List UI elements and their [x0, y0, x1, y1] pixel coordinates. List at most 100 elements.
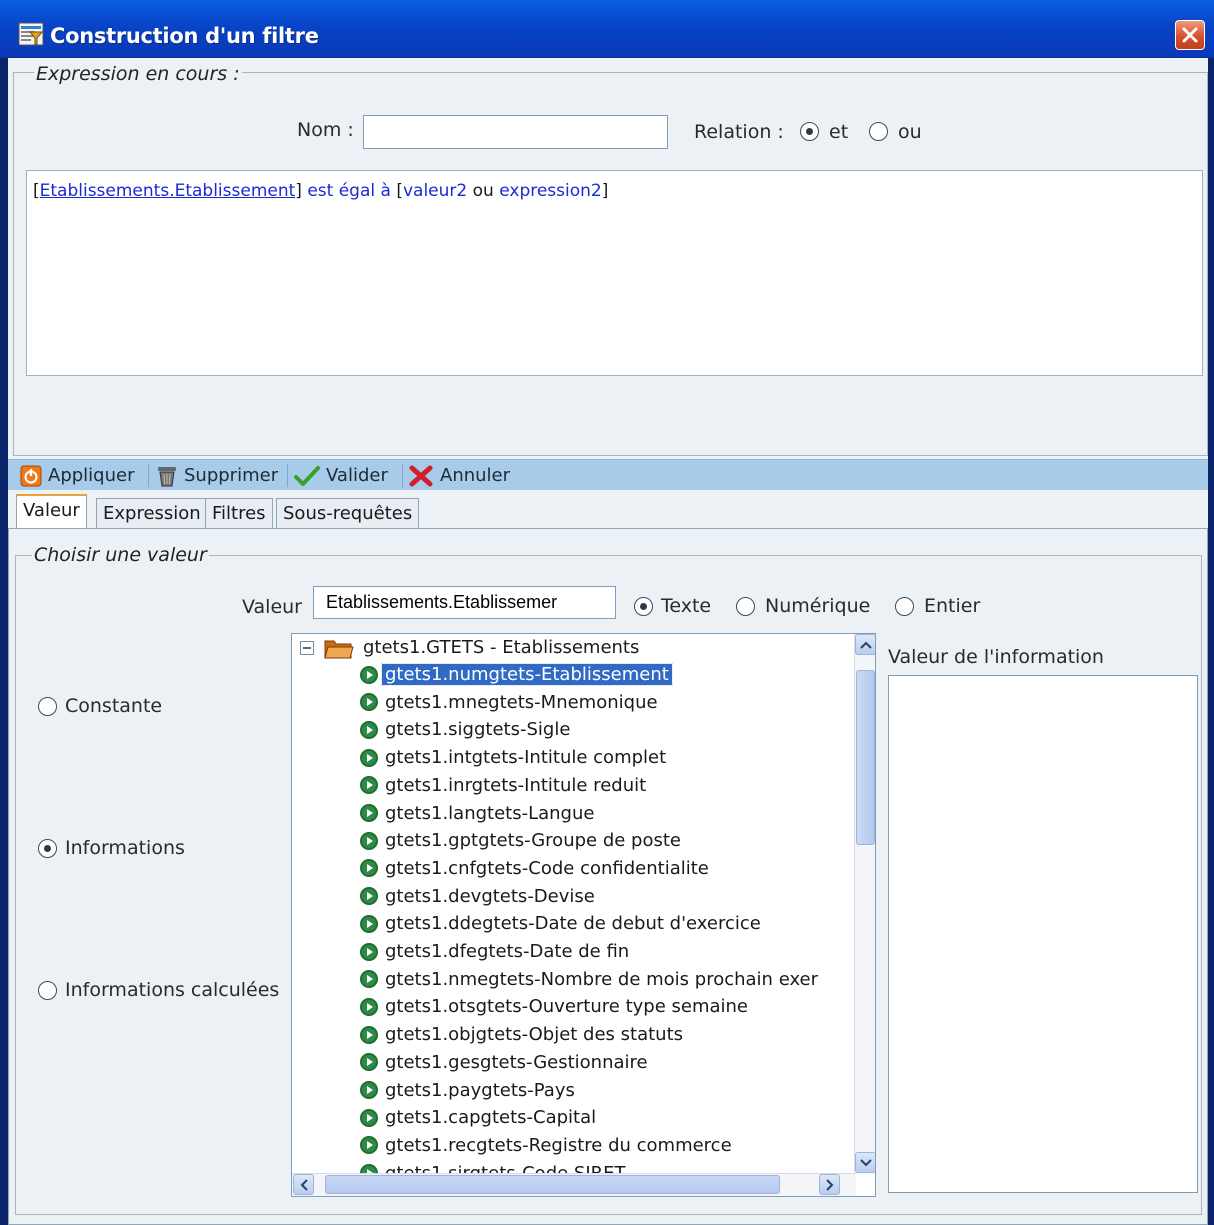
source-informations-radio[interactable] — [38, 839, 57, 858]
arrow-right-circle-icon — [360, 776, 378, 795]
arrow-right-circle-icon — [360, 693, 378, 712]
annuler-button[interactable]: Annuler — [408, 460, 510, 491]
check-icon — [294, 465, 320, 486]
valeur-label: Valeur — [242, 596, 302, 618]
action-toolbar: Appliquer Supprimer Valider Annuler — [8, 459, 1208, 490]
tree-item[interactable]: gtets1.langtets-Langue — [360, 800, 597, 827]
valider-button[interactable]: Valider — [294, 460, 388, 491]
tree-item-label: gtets1.nmegtets-Nombre de mois prochain … — [385, 968, 819, 990]
information-tree[interactable]: gtets1.GTETS - Etablissements gtets1.num… — [291, 633, 876, 1197]
collapse-icon[interactable] — [300, 640, 314, 655]
arrow-right-circle-icon — [360, 887, 378, 906]
tree-item[interactable]: gtets1.paygtets-Pays — [360, 1077, 578, 1104]
nom-input[interactable] — [363, 115, 668, 149]
close-button[interactable] — [1175, 20, 1205, 50]
supprimer-button[interactable]: Supprimer — [156, 460, 278, 491]
tree-horizontal-scrollbar[interactable] — [292, 1173, 856, 1196]
tree-item-label: gtets1.inrgtets-Intitule reduit — [385, 774, 647, 796]
tree-item[interactable]: gtets1.mnegtets-Mnemonique — [360, 689, 661, 716]
title-bar[interactable]: Construction d'un filtre — [0, 0, 1214, 58]
scroll-left-button[interactable] — [293, 1174, 314, 1195]
tree-item[interactable]: gtets1.intgtets-Intitule complet — [360, 744, 669, 771]
relation-ou-radio[interactable] — [869, 122, 888, 141]
scroll-down-button[interactable] — [855, 1152, 875, 1173]
tree-item[interactable]: gtets1.capgtets-Capital — [360, 1104, 599, 1131]
tab-expression[interactable]: Expression — [96, 498, 208, 528]
trash-icon — [158, 466, 176, 486]
relation-et-radio[interactable] — [800, 122, 819, 141]
tree-item[interactable]: gtets1.otsgtets-Ouverture type semaine — [360, 993, 751, 1020]
tree-item-label: gtets1.ddegtets-Date de debut d'exercice — [385, 913, 761, 935]
tree-item-label: gtets1.intgtets-Intitule complet — [385, 747, 667, 769]
expression-group: Expression en cours : Nom : Relation : e… — [13, 63, 1208, 456]
valeur-information-box[interactable] — [888, 675, 1198, 1193]
relation-et-label[interactable]: et — [829, 121, 848, 143]
valeur-tab-panel: Choisir une valeur Valeur Texte Numériqu… — [8, 528, 1208, 1225]
type-numerique-label[interactable]: Numérique — [765, 595, 870, 617]
expression-valeur[interactable]: valeur2 — [403, 181, 467, 201]
chevron-left-icon — [300, 1178, 308, 1191]
type-entier-label[interactable]: Entier — [924, 595, 980, 617]
expression-field-link[interactable]: Etablissements.Etablissement — [40, 181, 296, 201]
tree-item[interactable]: gtets1.nmegtets-Nombre de mois prochain … — [360, 966, 821, 993]
type-texte-label[interactable]: Texte — [661, 595, 711, 617]
type-entier-radio[interactable] — [895, 597, 914, 616]
choisir-valeur-title: Choisir une valeur — [32, 544, 209, 566]
arrow-right-circle-icon — [360, 1108, 378, 1127]
type-texte-radio[interactable] — [634, 597, 653, 616]
source-calculees-radio[interactable] — [38, 981, 57, 1000]
arrow-right-circle-icon — [360, 970, 378, 989]
tree-item[interactable]: gtets1.numgtets-Etablissement — [360, 661, 673, 688]
source-constante-radio[interactable] — [38, 697, 57, 716]
arrow-right-circle-icon — [360, 1053, 378, 1072]
tree-root-row[interactable]: gtets1.GTETS - Etablissements — [300, 634, 642, 661]
toolbar-separator — [402, 464, 403, 487]
tree-item-label: gtets1.otsgtets-Ouverture type semaine — [385, 996, 749, 1018]
expression-operator[interactable]: est égal à — [302, 181, 396, 201]
expression-group-title: Expression en cours : — [34, 63, 242, 85]
tree-item[interactable]: gtets1.devgtets-Devise — [360, 883, 598, 910]
tree-item[interactable]: gtets1.objgtets-Objet des statuts — [360, 1021, 686, 1048]
tree-item[interactable]: gtets1.inrgtets-Intitule reduit — [360, 772, 649, 799]
choisir-valeur-group: Choisir une valeur Valeur Texte Numériqu… — [15, 544, 1202, 1215]
tab-sous-requetes[interactable]: Sous-requêtes — [276, 498, 420, 528]
appliquer-button[interactable]: Appliquer — [20, 460, 134, 491]
valider-label: Valider — [326, 465, 388, 486]
arrow-right-circle-icon — [360, 942, 378, 961]
scroll-right-button[interactable] — [819, 1174, 840, 1195]
tree-item-label: gtets1.gptgtets-Groupe de poste — [385, 830, 681, 852]
tree-item-label: gtets1.cnfgtets-Code confidentialite — [385, 857, 709, 879]
scroll-thumb-vertical[interactable] — [856, 670, 875, 845]
tree-item[interactable]: gtets1.recgtets-Registre du commerce — [360, 1132, 735, 1159]
tree-item-label: gtets1.mnegtets-Mnemonique — [385, 691, 658, 713]
relation-label: Relation : — [694, 121, 784, 143]
type-numerique-radio[interactable] — [736, 597, 755, 616]
tree-item[interactable]: gtets1.dfegtets-Date de fin — [360, 938, 632, 965]
tree-item[interactable]: gtets1.cnfgtets-Code confidentialite — [360, 855, 712, 882]
scroll-up-button[interactable] — [855, 634, 875, 655]
tree-item[interactable]: gtets1.ddegtets-Date de debut d'exercice — [360, 910, 764, 937]
tree-item-label: gtets1.numgtets-Etablissement — [381, 663, 673, 686]
arrow-right-circle-icon — [360, 748, 378, 767]
tree-item[interactable]: gtets1.gptgtets-Groupe de poste — [360, 827, 684, 854]
tree-item-label: gtets1.dfegtets-Date de fin — [385, 941, 630, 962]
valeur-input[interactable] — [313, 586, 616, 619]
tree-item[interactable]: gtets1.gesgtets-Gestionnaire — [360, 1049, 651, 1076]
arrow-right-circle-icon — [360, 831, 378, 850]
tree-vertical-scrollbar[interactable] — [854, 634, 875, 1174]
arrow-right-circle-icon — [360, 997, 378, 1016]
tree-item-label: gtets1.recgtets-Registre du commerce — [385, 1134, 732, 1156]
expression-editor[interactable]: [Etablissements.Etablissement] est égal … — [26, 170, 1203, 376]
source-constante-label[interactable]: Constante — [65, 695, 162, 717]
relation-ou-label[interactable]: ou — [898, 121, 922, 143]
tree-item-label: gtets1.gesgtets-Gestionnaire — [385, 1051, 648, 1073]
tree-item-label: gtets1.objgtets-Objet des statuts — [385, 1024, 684, 1046]
tree-item[interactable]: gtets1.siggtets-Sigle — [360, 716, 573, 743]
tab-filtres[interactable]: Filtres — [205, 498, 273, 528]
source-informations-label[interactable]: Informations — [65, 837, 185, 859]
scroll-thumb-horizontal[interactable] — [325, 1175, 780, 1194]
source-calculees-label[interactable]: Informations calculées — [65, 979, 279, 1001]
tab-valeur[interactable]: Valeur — [16, 494, 87, 529]
cancel-x-icon — [409, 465, 433, 486]
expression-expr[interactable]: expression2 — [499, 181, 602, 201]
